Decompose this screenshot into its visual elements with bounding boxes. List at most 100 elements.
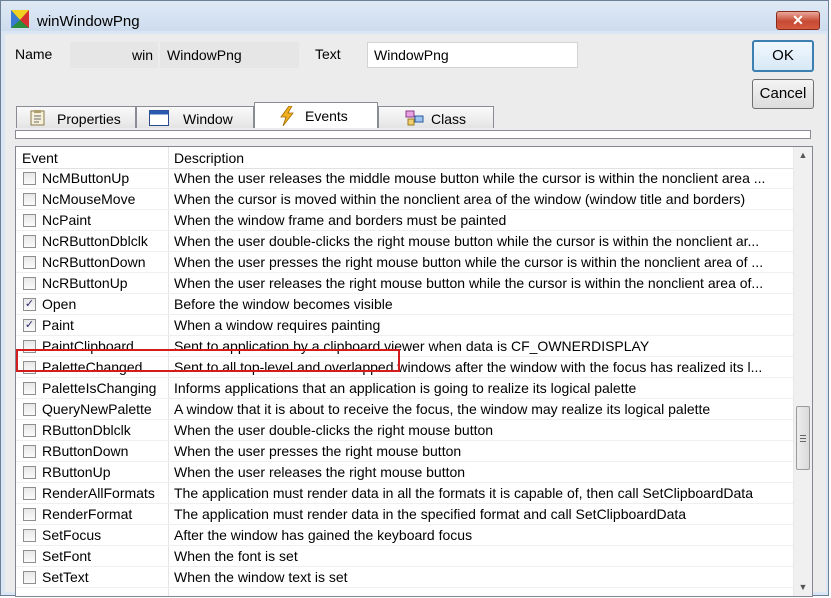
event-name: QueryNewPalette xyxy=(42,401,152,417)
scroll-up-icon[interactable]: ▲ xyxy=(794,147,812,164)
table-row[interactable]: NcMouseMove When the cursor is moved with… xyxy=(16,189,793,210)
event-name: RButtonUp xyxy=(42,464,111,480)
title-bar[interactable]: winWindowPng ✕ xyxy=(1,1,828,31)
table-row[interactable]: NcPaint When the window frame and borders… xyxy=(16,210,793,231)
tab-class-label: Class xyxy=(431,111,467,127)
event-checkbox[interactable] xyxy=(23,193,36,206)
cancel-button[interactable]: Cancel xyxy=(752,79,814,109)
text-input[interactable]: WindowPng xyxy=(367,42,578,68)
tab-events-label: Events xyxy=(305,108,348,124)
table-row[interactable]: QueryNewPalette A window that it is about… xyxy=(16,399,793,420)
header-description[interactable]: Description xyxy=(174,150,244,166)
event-checkbox[interactable] xyxy=(23,172,36,185)
tab-events[interactable]: Events xyxy=(254,102,378,128)
event-name: SetText xyxy=(42,569,89,585)
event-name: Paint xyxy=(42,317,74,333)
name-label: Name xyxy=(15,46,53,62)
event-description: Sent to application by a clipboard viewe… xyxy=(174,338,650,354)
event-description: When the window frame and borders must b… xyxy=(174,212,507,228)
event-name: NcRButtonDown xyxy=(42,254,146,270)
tab-properties-label: Properties xyxy=(57,111,121,127)
event-checkbox[interactable] xyxy=(23,466,36,479)
table-row[interactable]: PaletteChanged Sent to all top-level and … xyxy=(16,357,793,378)
event-description: Informs applications that an application… xyxy=(174,380,637,396)
event-checkbox[interactable] xyxy=(23,214,36,227)
header-event[interactable]: Event xyxy=(22,150,58,166)
table-row[interactable]: ✓ Paint When a window requires painting xyxy=(16,315,793,336)
table-row[interactable]: PaintClipboard Sent to application by a c… xyxy=(16,336,793,357)
name-field[interactable]: WindowPng xyxy=(160,42,299,68)
tab-window-label: Window xyxy=(183,111,233,127)
event-description: When the user releases the right mouse b… xyxy=(174,464,466,480)
table-row[interactable]: RenderAllFormats The application must ren… xyxy=(16,483,793,504)
event-description: When the user releases the right mouse b… xyxy=(174,275,764,291)
event-checkbox[interactable] xyxy=(23,256,36,269)
event-checkbox[interactable] xyxy=(23,508,36,521)
event-checkbox[interactable] xyxy=(23,571,36,584)
event-name: NcMouseMove xyxy=(42,191,136,207)
event-name: PaintClipboard xyxy=(42,338,134,354)
vertical-scrollbar[interactable]: ▲ ▼ xyxy=(793,147,812,596)
window-title: winWindowPng xyxy=(37,13,140,30)
class-icon xyxy=(405,110,424,126)
event-checkbox[interactable] xyxy=(23,361,36,374)
event-checkbox[interactable] xyxy=(23,529,36,542)
event-checkbox[interactable]: ✓ xyxy=(23,298,36,311)
table-row[interactable]: RButtonDblclk When the user double-clicks… xyxy=(16,420,793,441)
event-description: Sent to all top-level and overlapped win… xyxy=(174,359,763,375)
close-button[interactable]: ✕ xyxy=(776,11,820,30)
event-checkbox[interactable] xyxy=(23,403,36,416)
main-window: winWindowPng ✕ Name win WindowPng Text W… xyxy=(0,0,829,597)
table-row[interactable]: NcRButtonDown When the user presses the r… xyxy=(16,252,793,273)
event-checkbox[interactable] xyxy=(23,487,36,500)
table-row[interactable]: RenderFormat The application must render … xyxy=(16,504,793,525)
tab-panel xyxy=(15,130,811,139)
scroll-down-icon[interactable]: ▼ xyxy=(794,579,812,596)
event-checkbox[interactable] xyxy=(23,445,36,458)
event-name: NcRButtonDblclk xyxy=(42,233,148,249)
ok-button[interactable]: OK xyxy=(752,40,814,72)
event-description: When the user releases the middle mouse … xyxy=(174,170,766,186)
event-description: When the user double-clicks the right mo… xyxy=(174,233,760,249)
event-checkbox[interactable] xyxy=(23,550,36,563)
event-checkbox[interactable] xyxy=(23,340,36,353)
table-row[interactable]: NcMButtonUp When the user releases the mi… xyxy=(16,168,793,189)
table-row[interactable]: SetFont When the font is set xyxy=(16,546,793,567)
event-checkbox[interactable] xyxy=(23,382,36,395)
tab-class[interactable]: Class xyxy=(378,106,494,128)
table-row[interactable]: SetFocus After the window has gained the … xyxy=(16,525,793,546)
tab-window[interactable]: Window xyxy=(136,106,254,128)
event-description: When a window requires painting xyxy=(174,317,381,333)
name-prefix-field: win xyxy=(70,42,158,68)
table-row[interactable]: NcRButtonUp When the user releases the ri… xyxy=(16,273,793,294)
grip-line xyxy=(800,438,806,439)
event-name: PaletteIsChanging xyxy=(42,380,157,396)
grip-line xyxy=(800,435,806,436)
event-name: PaletteChanged xyxy=(42,359,143,375)
event-description: A window that it is about to receive the… xyxy=(174,401,711,417)
event-checkbox[interactable] xyxy=(23,235,36,248)
event-name: Open xyxy=(42,296,77,312)
window-icon xyxy=(149,110,169,126)
table-row[interactable]: RButtonUp When the user releases the righ… xyxy=(16,462,793,483)
event-description: Before the window becomes visible xyxy=(174,296,393,312)
table-row[interactable]: RButtonDown When the user presses the rig… xyxy=(16,441,793,462)
table-row[interactable]: PaletteIsChanging Informs applications th… xyxy=(16,378,793,399)
tab-properties[interactable]: Properties xyxy=(16,106,136,128)
event-description: The application must render data in all … xyxy=(174,485,753,501)
event-description: When the cursor is moved within the nonc… xyxy=(174,191,746,207)
event-description: When the font is set xyxy=(174,548,298,564)
events-grid[interactable]: Event Description NcMButtonUp When the us… xyxy=(15,146,813,597)
table-row[interactable]: ✓ Open Before the window becomes visible xyxy=(16,294,793,315)
table-row[interactable]: SetText When the window text is set xyxy=(16,567,793,588)
properties-icon xyxy=(30,110,45,126)
dialog-client-area: Name win WindowPng Text WindowPng OK Can… xyxy=(5,34,826,597)
event-name: SetFont xyxy=(42,548,92,564)
event-checkbox[interactable]: ✓ xyxy=(23,319,36,332)
table-row[interactable]: NcRButtonDblclk When the user double-clic… xyxy=(16,231,793,252)
scroll-thumb[interactable] xyxy=(796,406,810,470)
event-checkbox[interactable] xyxy=(23,424,36,437)
event-description: When the user double-clicks the right mo… xyxy=(174,422,494,438)
app-window-icon xyxy=(11,10,29,28)
event-checkbox[interactable] xyxy=(23,277,36,290)
